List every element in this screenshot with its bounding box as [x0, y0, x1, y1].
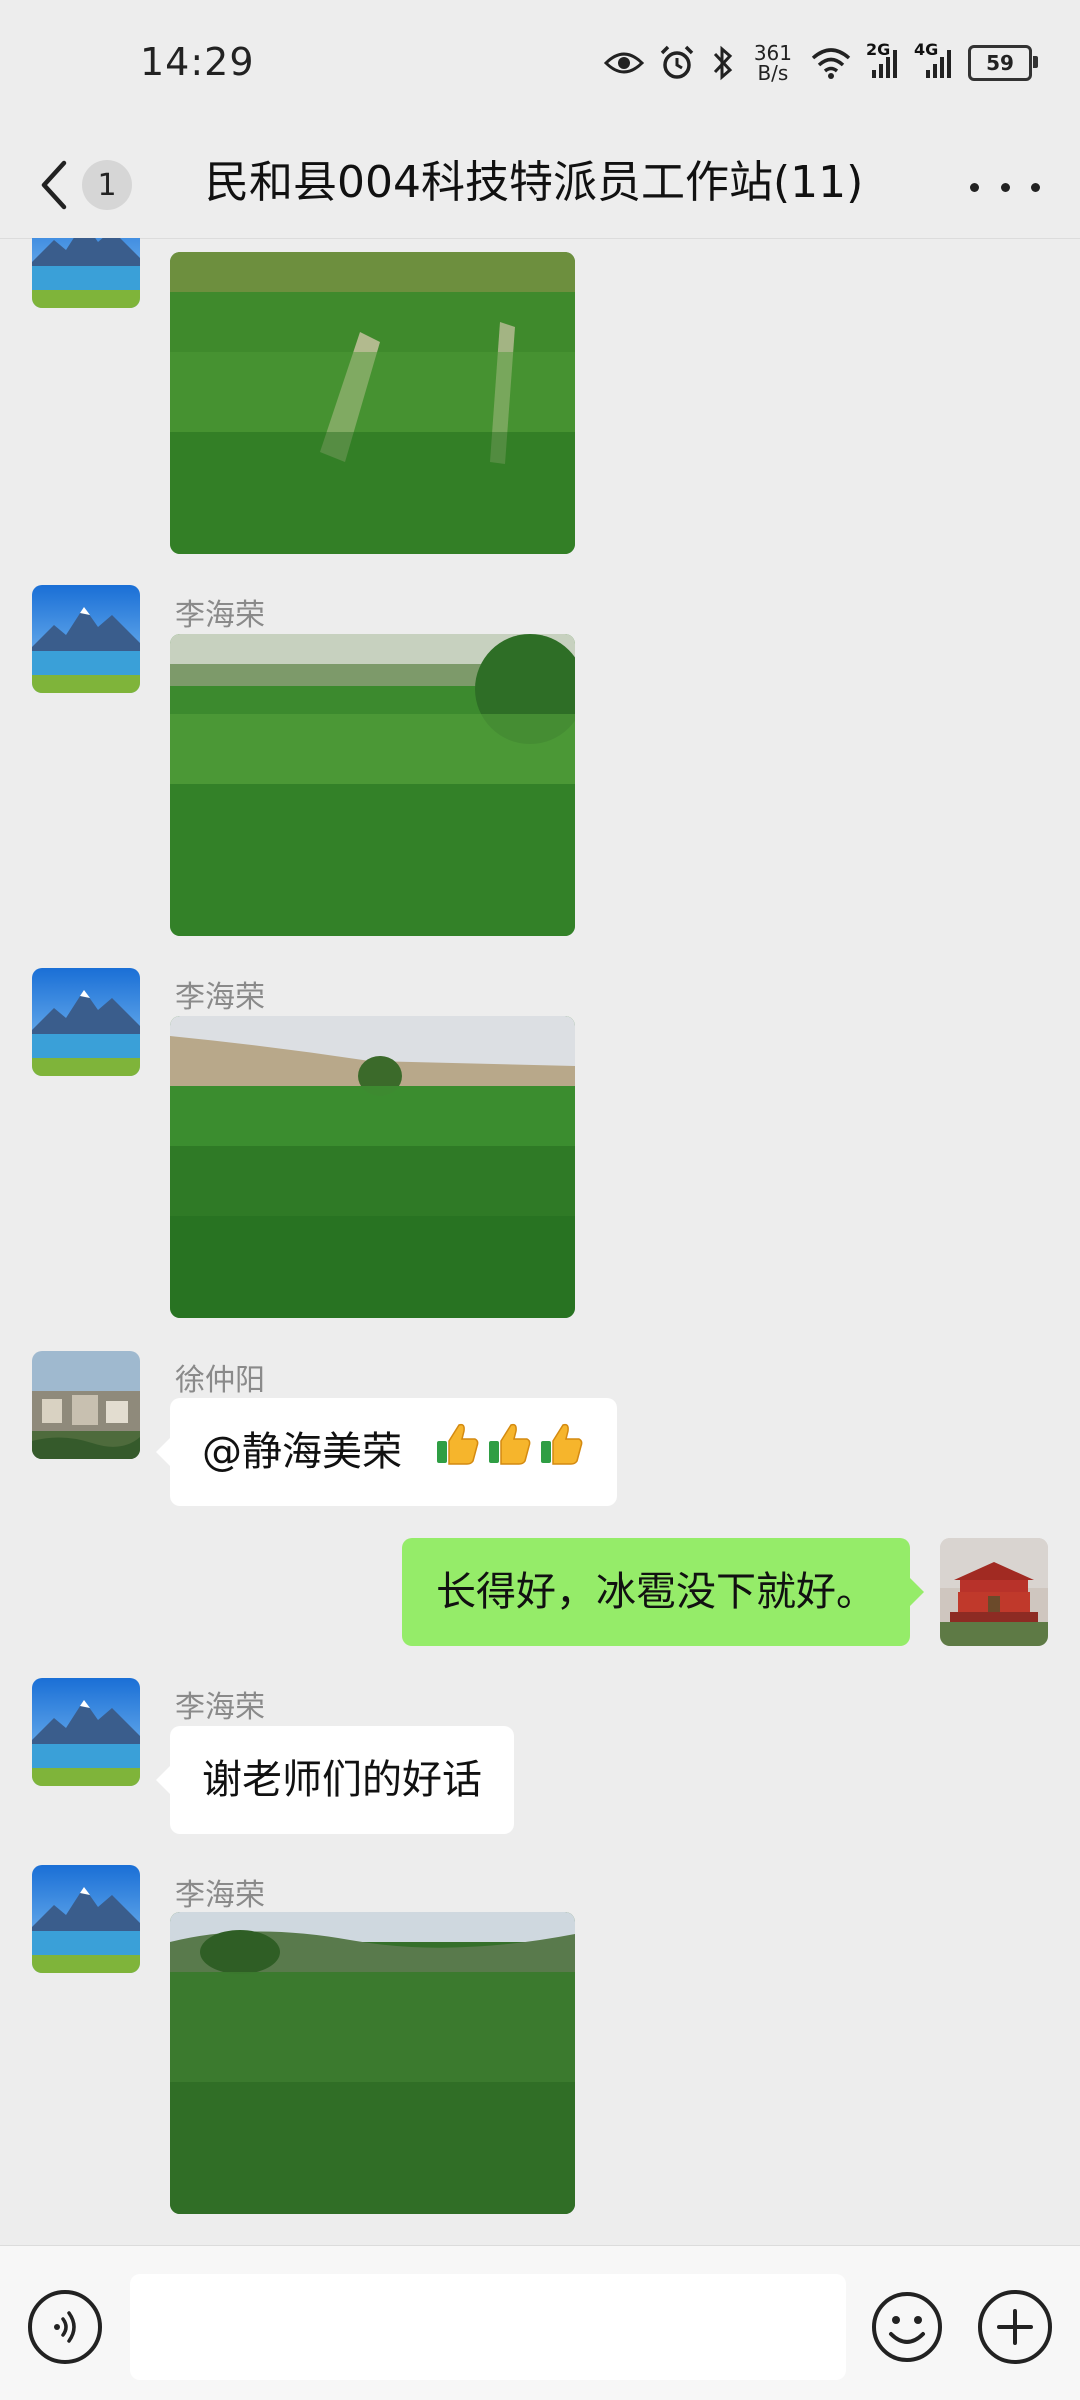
emoji-button[interactable]: [870, 2290, 944, 2364]
avatar-lihairong[interactable]: [32, 1678, 140, 1786]
avatar-self[interactable]: [940, 1538, 1048, 1646]
status-time: 14:29: [140, 40, 255, 84]
sim2-label: 4G: [914, 40, 939, 59]
chat-image[interactable]: [170, 1016, 575, 1318]
more-dot: [1031, 182, 1040, 192]
battery-level: 59: [986, 51, 1014, 75]
message-text: 谢老师们的好话: [202, 1757, 482, 1803]
sender-name: 徐仲阳: [175, 1363, 265, 1398]
avatar-lihairong[interactable]: [32, 968, 140, 1076]
back-button[interactable]: 1: [38, 150, 148, 220]
chat-title: 民和县004科技特派员工作站(11): [205, 157, 864, 208]
unread-badge: 1: [82, 160, 132, 210]
chat-image[interactable]: [170, 634, 575, 936]
status-icons: 361 B/s 2G 4G 59: [603, 38, 1038, 88]
message-text: 长得好，冰雹没下就好。: [436, 1569, 876, 1615]
more-dot: [970, 182, 979, 192]
status-bar: 14:29 361 B/s 2G 4G 59: [0, 0, 1080, 130]
chat-image[interactable]: [170, 252, 575, 554]
chat-header: 1 民和县004科技特派员工作站(11): [0, 130, 1080, 239]
more-options-button[interactable]: [970, 172, 1040, 202]
sim1-label: 2G: [866, 40, 891, 59]
signal-sim2-icon: 4G: [914, 40, 954, 80]
sender-name: 李海荣: [175, 598, 265, 633]
emoji-group: [433, 1400, 585, 1508]
avatar-xuzhongyang[interactable]: [32, 1351, 140, 1459]
plus-icon: [995, 2307, 1035, 2347]
eye-icon: [603, 48, 644, 78]
more-dot: [1000, 182, 1010, 192]
chat-image[interactable]: [170, 1912, 575, 2214]
avatar-lihairong[interactable]: [32, 1865, 140, 1973]
avatar-lihairong[interactable]: [32, 585, 140, 693]
battery-icon: 59: [968, 45, 1038, 81]
message-list[interactable]: 李海荣 李海荣 徐仲阳 @静海美荣 长得好，冰雹没下就好。 李海荣 谢老师们的好…: [0, 238, 1080, 2245]
voice-input-button[interactable]: [28, 2290, 102, 2364]
sender-name: 李海荣: [175, 1878, 265, 1913]
thumbs-up-icon: [433, 1400, 481, 1508]
message-text: @静海美荣: [202, 1429, 402, 1475]
sender-name: 李海荣: [175, 980, 265, 1015]
network-speed-unit: B/s: [757, 61, 789, 85]
signal-sim1-icon: 2G: [866, 40, 900, 80]
voice-icon: [45, 2307, 85, 2347]
chat-screen: 14:29 361 B/s 2G 4G 59 1 民和县004科技特派员工作站(…: [0, 0, 1080, 2400]
outgoing-message-bubble[interactable]: 长得好，冰雹没下就好。: [402, 1538, 924, 1646]
message-bubble[interactable]: 谢老师们的好话: [156, 1726, 514, 1834]
input-bar: [0, 2245, 1080, 2400]
message-input[interactable]: [130, 2274, 846, 2380]
sender-name: 李海荣: [175, 1690, 265, 1725]
thumbs-up-icon: [485, 1400, 533, 1508]
smiley-icon: [870, 2290, 944, 2364]
network-speed: 361 B/s: [754, 43, 792, 83]
avatar-lihairong[interactable]: [32, 238, 140, 308]
wifi-icon: [810, 46, 852, 80]
message-bubble[interactable]: @静海美荣: [156, 1398, 617, 1508]
thumbs-up-icon: [537, 1400, 585, 1508]
network-speed-value: 361: [753, 41, 792, 65]
more-functions-button[interactable]: [978, 2290, 1052, 2364]
chevron-left-icon: [38, 159, 70, 211]
bluetooth-icon: [710, 44, 736, 82]
alarm-icon: [658, 44, 696, 82]
